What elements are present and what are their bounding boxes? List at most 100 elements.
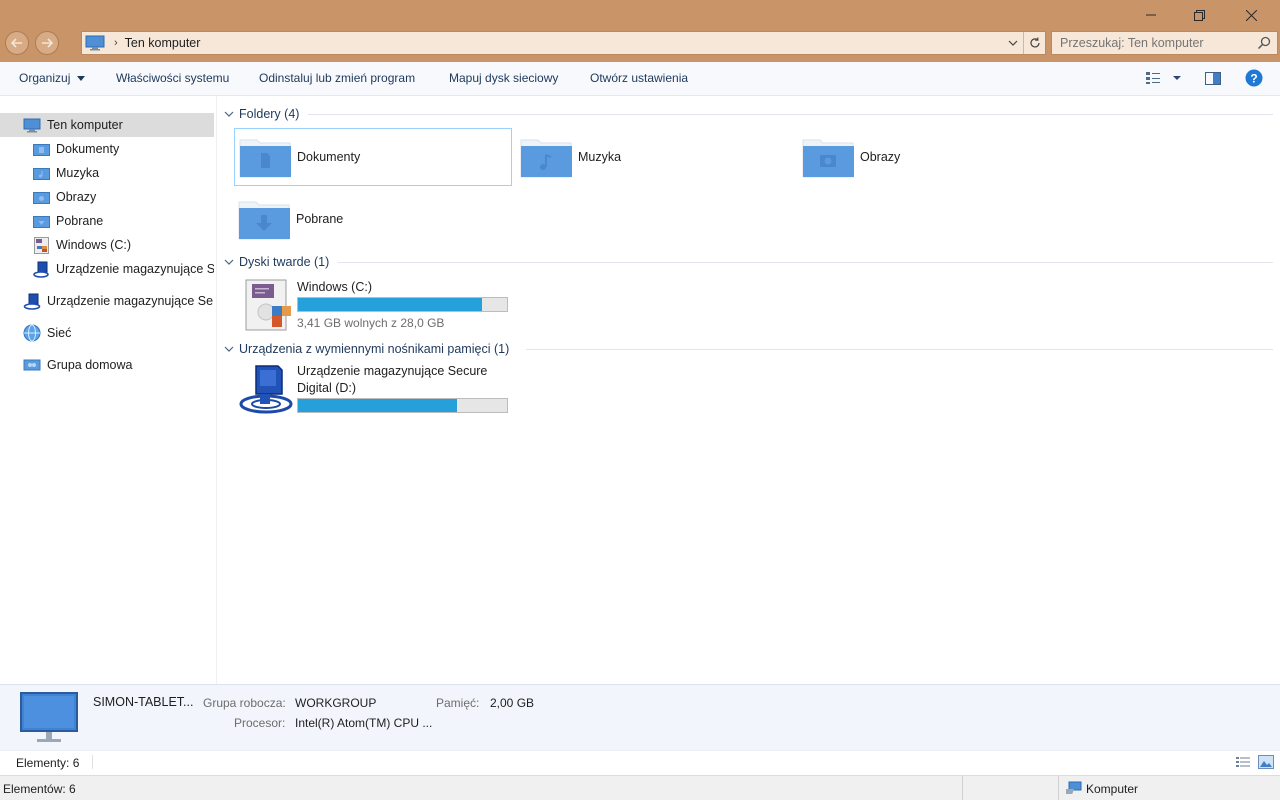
- group-header-label: Foldery (4): [239, 107, 300, 121]
- chevron-down-icon: [224, 259, 234, 265]
- item-count-bottom: Elementów: 6: [3, 782, 76, 796]
- drive-name: Windows (C:): [297, 280, 373, 294]
- chevron-down-icon: [1008, 40, 1018, 46]
- close-button[interactable]: [1228, 0, 1274, 30]
- sidebar-item-sd-device-root[interactable]: Urządzenie magazynujące Se: [0, 289, 214, 313]
- computer-name: SIMON-TABLET...: [93, 695, 194, 709]
- address-bar[interactable]: › Ten komputer: [81, 31, 1046, 55]
- close-icon: [1245, 9, 1257, 21]
- large-icons-view-button[interactable]: [1258, 755, 1274, 772]
- search-icon[interactable]: [1257, 36, 1271, 50]
- arrow-left-icon: [11, 38, 22, 48]
- preview-pane-button[interactable]: [1205, 72, 1221, 88]
- item-count: Elementy: 6: [16, 756, 80, 770]
- forward-button[interactable]: [35, 31, 59, 55]
- sidebar-item-label: Dokumenty: [56, 142, 120, 156]
- documents-folder-icon: [239, 139, 291, 178]
- memory-key: Pamięć:: [436, 696, 480, 710]
- sidebar-item-label: Muzyka: [56, 166, 100, 180]
- uninstall-program-button[interactable]: Odinstaluj lub zmień program: [259, 71, 415, 85]
- folder-tile-documents[interactable]: Dokumenty: [234, 128, 512, 186]
- hard-drive-icon: [34, 236, 49, 254]
- sidebar-item-homegroup[interactable]: Grupa domowa: [0, 353, 214, 377]
- sidebar-item-network[interactable]: Sieć: [0, 321, 214, 345]
- organize-menu[interactable]: Organizuj: [19, 71, 85, 85]
- drive-usage-fill: [298, 399, 457, 412]
- search-input[interactable]: [1052, 36, 1252, 50]
- group-header-removable[interactable]: Urządzenia z wymiennymi nośnikami pamięc…: [224, 340, 509, 358]
- search-box[interactable]: [1051, 31, 1278, 55]
- refresh-button[interactable]: [1023, 32, 1045, 54]
- cpu-value: Intel(R) Atom(TM) CPU ...: [295, 716, 433, 730]
- hard-drive-icon: [245, 279, 291, 331]
- sidebar-item-pictures[interactable]: Obrazy: [0, 185, 214, 209]
- sidebar-item-label: Windows (C:): [56, 238, 132, 252]
- sidebar-item-windows-c[interactable]: Windows (C:): [0, 233, 214, 257]
- drive-tile-windows-c[interactable]: Windows (C:) 3,41 GB wolnych z 28,0 GB: [238, 278, 518, 332]
- view-options-icon: [1146, 72, 1181, 84]
- status-divider: [92, 755, 93, 769]
- sidebar-item-downloads[interactable]: Pobrane: [0, 209, 214, 233]
- zone-label: Komputer: [1086, 782, 1139, 796]
- status-separator: [1058, 776, 1059, 800]
- sidebar-item-sd-device[interactable]: Urządzenie magazynujące S: [0, 257, 214, 281]
- map-network-drive-button[interactable]: Mapuj dysk sieciowy: [449, 71, 558, 85]
- workgroup-value: WORKGROUP: [295, 696, 377, 710]
- back-button[interactable]: [5, 31, 29, 55]
- memory-value: 2,00 GB: [490, 696, 535, 710]
- group-header-hard-drives[interactable]: Dyski twarde (1): [224, 253, 329, 271]
- chevron-down-icon: [224, 111, 234, 117]
- group-header-label: Dyski twarde (1): [239, 255, 330, 269]
- minimize-icon: [1146, 14, 1156, 16]
- pictures-folder-icon: [802, 139, 854, 178]
- details-view-icon: [1236, 757, 1250, 767]
- content-pane: Foldery (4) Dokumenty Muzyka Obrazy Pobr…: [218, 96, 1280, 684]
- homegroup-icon: [23, 359, 41, 371]
- group-header-folders[interactable]: Foldery (4): [224, 105, 299, 123]
- network-icon: [23, 324, 41, 342]
- pictures-folder-icon: [33, 191, 50, 204]
- command-bar: Organizuj Właściwości systemu Odinstaluj…: [0, 62, 1280, 96]
- computer-icon: [23, 118, 41, 132]
- computer-icon: [85, 35, 105, 51]
- folder-label: Obrazy: [860, 150, 901, 164]
- workgroup-key: Grupa robocza:: [203, 696, 286, 710]
- group-divider: [526, 349, 1273, 350]
- svg-text:?: ?: [1250, 72, 1257, 86]
- status-separator: [962, 776, 963, 800]
- sidebar-item-documents[interactable]: Dokumenty: [0, 137, 214, 161]
- folder-label: Dokumenty: [297, 150, 361, 164]
- computer-zone-icon: [1066, 781, 1082, 794]
- restore-button[interactable]: [1176, 0, 1222, 30]
- sidebar-item-label: Obrazy: [56, 190, 97, 204]
- window-status-bar: Elementów: 6 Komputer: [0, 775, 1280, 800]
- documents-folder-icon: [33, 143, 50, 156]
- open-settings-button[interactable]: Otwórz ustawienia: [590, 71, 688, 85]
- sd-card-icon: [23, 293, 41, 310]
- group-divider: [308, 114, 1273, 115]
- caret-down-icon: [76, 76, 85, 82]
- details-view-button[interactable]: [1236, 756, 1251, 772]
- refresh-icon: [1029, 37, 1040, 48]
- sidebar-item-music[interactable]: Muzyka: [0, 161, 214, 185]
- address-dropdown-button[interactable]: [1003, 32, 1023, 54]
- downloads-folder-icon: [238, 201, 290, 240]
- folder-tile-downloads[interactable]: Pobrane: [234, 190, 512, 248]
- folder-tile-music[interactable]: Muzyka: [516, 128, 794, 186]
- change-view-button[interactable]: [1145, 71, 1185, 88]
- sd-card-icon: [33, 261, 49, 278]
- sidebar-item-label: Urządzenie magazynujące Se: [47, 294, 214, 308]
- folder-tile-pictures[interactable]: Obrazy: [798, 128, 1076, 186]
- help-button[interactable]: ?: [1245, 69, 1263, 90]
- navigation-pane: Ten komputer Dokumenty Muzyka Obrazy Pob…: [0, 96, 217, 684]
- drive-usage-fill: [298, 298, 482, 311]
- minimize-button[interactable]: [1128, 0, 1174, 30]
- sidebar-item-this-pc[interactable]: Ten komputer: [0, 113, 214, 137]
- breadcrumb-chevron-icon: ›: [114, 37, 118, 49]
- music-folder-icon: [33, 167, 50, 180]
- drive-tile-sd-d[interactable]: Urządzenie magazynujące Secure Digital (…: [238, 364, 518, 418]
- breadcrumb-path[interactable]: Ten komputer: [125, 36, 201, 50]
- status-bar: Elementy: 6: [0, 750, 1280, 774]
- system-properties-button[interactable]: Właściwości systemu: [116, 71, 229, 85]
- drive-usage-bar: [297, 398, 508, 413]
